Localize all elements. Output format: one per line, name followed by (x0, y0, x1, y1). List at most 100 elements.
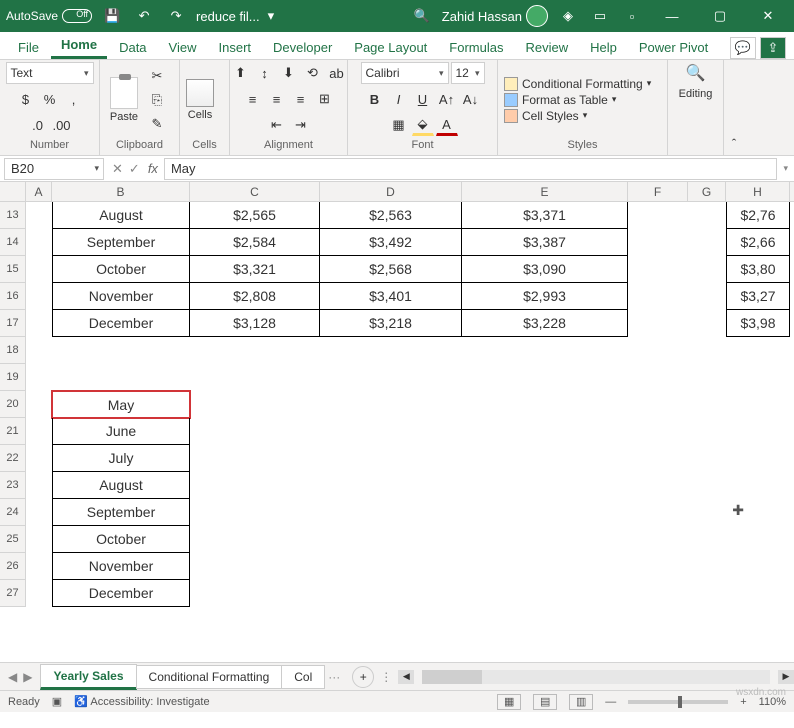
minimize-button[interactable]: — (652, 0, 692, 32)
cell[interactable]: $2,568 (320, 256, 462, 283)
row-head[interactable]: 20 (0, 391, 26, 418)
bold-icon[interactable]: B (364, 88, 386, 110)
cell[interactable] (190, 391, 320, 418)
enter-formula-icon[interactable]: ✓ (129, 161, 140, 177)
user-account[interactable]: Zahid Hassan (442, 5, 548, 27)
increase-decimal-icon[interactable]: .0 (27, 114, 49, 136)
cell[interactable]: $2,565 (190, 202, 320, 229)
tray-icon[interactable]: ▭ (588, 4, 612, 28)
row-head[interactable]: 23 (0, 472, 26, 499)
cell[interactable]: August (52, 472, 190, 499)
horizontal-scrollbar[interactable] (422, 670, 770, 684)
row-head[interactable]: 27 (0, 580, 26, 607)
cell[interactable]: $2,993 (462, 283, 628, 310)
cell[interactable] (628, 391, 688, 418)
cell[interactable] (628, 418, 688, 445)
cell[interactable]: $2,584 (190, 229, 320, 256)
cell[interactable] (320, 499, 462, 526)
name-box[interactable]: B20 (4, 158, 104, 180)
cell[interactable] (26, 202, 52, 229)
cell[interactable] (26, 256, 52, 283)
align-middle-icon[interactable]: ↕ (254, 62, 276, 84)
cell[interactable] (52, 364, 190, 391)
undo-icon[interactable]: ↶ (132, 4, 156, 28)
fx-icon[interactable]: fx (148, 161, 158, 176)
comma-icon[interactable]: , (63, 88, 85, 110)
scroll-left-icon[interactable]: ◀ (398, 670, 414, 684)
cell[interactable] (628, 337, 688, 364)
tab-powerpivot[interactable]: Power Pivot (629, 36, 718, 59)
cell[interactable] (462, 472, 628, 499)
cell[interactable] (190, 526, 320, 553)
cell[interactable] (462, 499, 628, 526)
italic-icon[interactable]: I (388, 88, 410, 110)
cell[interactable]: November (52, 283, 190, 310)
cell[interactable]: July (52, 445, 190, 472)
col-head-g[interactable]: G (688, 182, 726, 201)
cell[interactable]: September (52, 499, 190, 526)
col-head-a[interactable]: A (26, 182, 52, 201)
accessibility-status[interactable]: ♿ Accessibility: Investigate (74, 695, 209, 708)
cell[interactable] (26, 229, 52, 256)
align-top-icon[interactable]: ⬆ (230, 62, 252, 84)
cell[interactable] (628, 202, 688, 229)
sheet-nav-next-icon[interactable]: ▶ (23, 670, 32, 684)
tab-formulas[interactable]: Formulas (439, 36, 513, 59)
zoom-slider[interactable] (628, 700, 728, 704)
col-head-c[interactable]: C (190, 182, 320, 201)
cell[interactable]: December (52, 580, 190, 607)
row-head[interactable]: 22 (0, 445, 26, 472)
increase-font-icon[interactable]: A↑ (436, 88, 458, 110)
cut-icon[interactable]: ✂ (146, 65, 168, 87)
cell[interactable] (26, 445, 52, 472)
spreadsheet-grid[interactable]: A B C D E F G H 13 August$2,565$2,563$3,… (0, 182, 794, 662)
cell[interactable] (726, 526, 790, 553)
cell[interactable] (190, 499, 320, 526)
row-head[interactable]: 17 (0, 310, 26, 337)
cancel-formula-icon[interactable]: ✕ (112, 161, 123, 177)
format-painter-icon[interactable]: ✎ (146, 113, 168, 135)
tab-view[interactable]: View (159, 36, 207, 59)
redo-icon[interactable]: ↷ (164, 4, 188, 28)
borders-icon[interactable]: ▦ (388, 114, 410, 136)
macro-record-icon[interactable]: ▣ (52, 695, 62, 708)
collapse-ribbon-icon[interactable]: ˆ (724, 60, 744, 155)
diamond-icon[interactable]: ◈ (556, 4, 580, 28)
font-color-icon[interactable]: A (436, 114, 458, 136)
cell[interactable] (628, 310, 688, 337)
number-format-dropdown[interactable]: Text (6, 62, 94, 84)
conditional-formatting-button[interactable]: Conditional Formatting▾ (504, 76, 651, 92)
format-as-table-button[interactable]: Format as Table▾ (504, 92, 651, 108)
font-name-dropdown[interactable]: Calibri (361, 62, 449, 84)
cell[interactable] (688, 202, 726, 229)
cell[interactable] (726, 553, 790, 580)
cell[interactable] (190, 418, 320, 445)
cell[interactable] (26, 283, 52, 310)
percent-icon[interactable]: % (39, 88, 61, 110)
maximize-button[interactable]: ▢ (700, 0, 740, 32)
cell[interactable]: May (52, 391, 190, 418)
find-select-icon[interactable]: 🔍 (685, 62, 707, 84)
cell[interactable] (26, 337, 52, 364)
row-head[interactable]: 16 (0, 283, 26, 310)
sheet-nav-prev-icon[interactable]: ◀ (8, 670, 17, 684)
zoom-out-icon[interactable]: — (605, 696, 616, 708)
cell[interactable] (726, 445, 790, 472)
sheet-tab-3[interactable]: Col (281, 665, 325, 689)
tab-review[interactable]: Review (515, 36, 578, 59)
tab-file[interactable]: File (8, 36, 49, 59)
cell[interactable] (26, 580, 52, 607)
cell[interactable] (26, 526, 52, 553)
cell[interactable] (726, 580, 790, 607)
cell[interactable]: $3,228 (462, 310, 628, 337)
merge-icon[interactable]: ⊞ (314, 88, 336, 110)
cell[interactable] (190, 472, 320, 499)
cell[interactable] (688, 256, 726, 283)
cell[interactable] (320, 337, 462, 364)
row-head[interactable]: 14 (0, 229, 26, 256)
cell[interactable] (320, 472, 462, 499)
sheet-tab-2[interactable]: Conditional Formatting (136, 665, 283, 689)
cell[interactable]: $3,321 (190, 256, 320, 283)
cell[interactable] (628, 256, 688, 283)
cell[interactable]: October (52, 256, 190, 283)
